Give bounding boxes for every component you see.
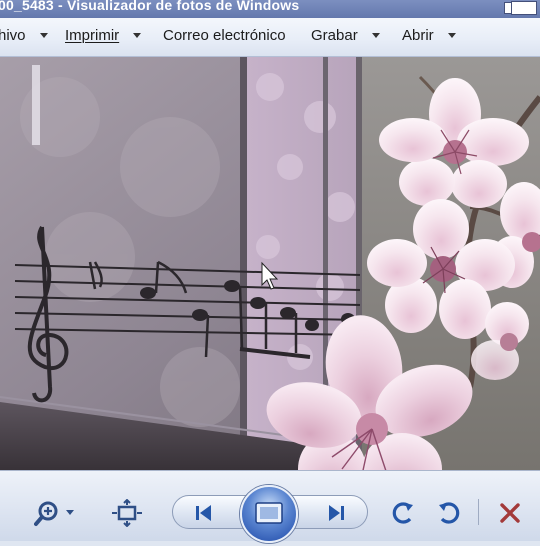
slideshow-icon bbox=[255, 502, 283, 524]
menu-email[interactable]: Correo electrónico bbox=[163, 27, 286, 44]
navigation-toolbar bbox=[0, 470, 540, 543]
photo-view[interactable] bbox=[0, 57, 540, 470]
window-title: 00_5483 - Visualizador de fotos de Windo… bbox=[0, 0, 300, 13]
next-icon bbox=[329, 505, 344, 521]
chevron-down-icon bbox=[133, 33, 142, 38]
rotate-clockwise-button[interactable] bbox=[434, 499, 464, 527]
actual-size-button[interactable] bbox=[110, 499, 144, 527]
menu-file-label: hivo bbox=[0, 27, 26, 44]
menu-open[interactable]: Abrir bbox=[402, 27, 456, 44]
menu-email-label: Correo electrónico bbox=[163, 27, 286, 44]
delete-icon bbox=[500, 503, 520, 523]
rotate-counterclockwise-icon bbox=[392, 502, 413, 524]
toolbar-separator bbox=[478, 499, 479, 525]
next-button[interactable] bbox=[318, 501, 354, 525]
previous-button[interactable] bbox=[186, 501, 222, 525]
chevron-down-icon bbox=[371, 33, 380, 38]
previous-icon bbox=[196, 505, 211, 521]
rotate-clockwise-icon bbox=[439, 502, 460, 524]
zoom-button[interactable] bbox=[34, 499, 78, 527]
chevron-down-icon bbox=[447, 33, 456, 38]
menu-open-label: Abrir bbox=[402, 27, 434, 44]
menu-bar: hivo Imprimir Correo electrónico Grabar … bbox=[0, 18, 540, 57]
title-bar: 00_5483 - Visualizador de fotos de Windo… bbox=[0, 0, 540, 18]
menu-burn-label: Grabar bbox=[311, 27, 358, 44]
photo-image bbox=[0, 57, 540, 470]
menu-file[interactable]: hivo bbox=[0, 27, 48, 44]
zoom-icon bbox=[34, 501, 74, 526]
menu-burn[interactable]: Grabar bbox=[311, 27, 380, 44]
slideshow-button[interactable] bbox=[240, 485, 298, 543]
close-window-button[interactable] bbox=[511, 1, 537, 15]
delete-button[interactable] bbox=[494, 499, 526, 527]
menu-print[interactable]: Imprimir bbox=[65, 27, 142, 44]
chevron-down-icon bbox=[39, 33, 48, 38]
actual-size-icon bbox=[112, 499, 142, 527]
rotate-counterclockwise-button[interactable] bbox=[388, 499, 418, 527]
menu-print-label: Imprimir bbox=[65, 27, 120, 44]
